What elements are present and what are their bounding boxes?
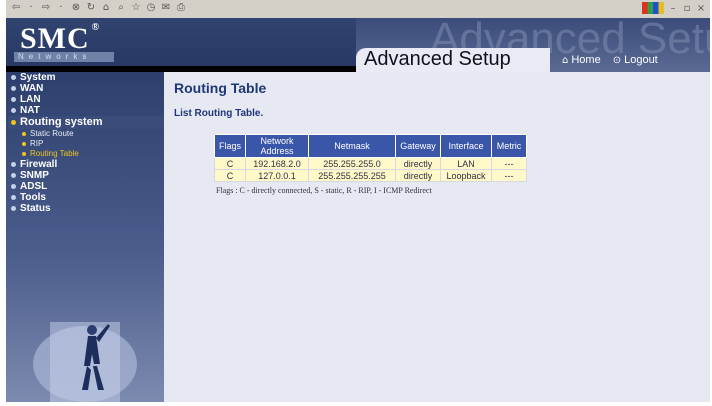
- print-icon[interactable]: ⎙: [175, 2, 187, 14]
- cell-flags: C: [214, 169, 246, 182]
- bullet-icon: [11, 108, 16, 113]
- bullet-icon: [11, 195, 16, 200]
- home-icon[interactable]: ⌂: [100, 2, 112, 14]
- sidebar-subitem-static-route[interactable]: Static Route: [8, 129, 164, 139]
- restore-icon[interactable]: ▫: [682, 3, 692, 14]
- sidebar-subitem-routing-table[interactable]: Routing Table: [8, 149, 164, 159]
- column-header-gateway: Gateway: [395, 134, 441, 158]
- header-nav: ⌂ Home ⊙ Logout: [562, 54, 658, 66]
- sidebar-item-wan[interactable]: WAN: [8, 83, 164, 94]
- main-content: Routing Table List Routing Table. Flags …: [164, 72, 710, 402]
- cell-network-address: 192.168.2.0: [245, 157, 309, 170]
- sidebar-item-routing-system[interactable]: Routing system: [8, 116, 164, 129]
- table-row: C 192.168.2.0 255.255.255.0 directly LAN…: [214, 157, 527, 170]
- favorites-icon[interactable]: ☆: [130, 2, 142, 14]
- history-icon[interactable]: ◷: [145, 2, 157, 14]
- header: Advanced Setup SMC® Networks Advanced Se…: [6, 18, 710, 72]
- bullet-icon: [11, 97, 16, 102]
- cell-interface: LAN: [440, 157, 492, 170]
- cell-metric: ---: [491, 169, 527, 182]
- sidebar-item-nat[interactable]: NAT: [8, 105, 164, 116]
- home-icon: ⌂: [562, 54, 569, 66]
- bullet-icon: [22, 142, 26, 146]
- cell-network-address: 127.0.0.1: [245, 169, 309, 182]
- brand-logo: SMC ®: [20, 22, 101, 55]
- bullet-icon: [22, 132, 26, 136]
- cell-gateway: directly: [395, 157, 441, 170]
- logout-icon: ⊙: [612, 54, 622, 66]
- browser-toolbar: ⇦ · ⇨ · ⊗ ↻ ⌂ ⌕ ☆ ◷ ✉ ⎙ – ▫ ×: [6, 0, 710, 19]
- cell-netmask: 255.255.255.255: [308, 169, 396, 182]
- forward-icon[interactable]: ⇨: [40, 2, 52, 14]
- column-header-netmask: Netmask: [308, 134, 396, 158]
- logout-link[interactable]: ⊙ Logout: [613, 54, 658, 66]
- mail-icon[interactable]: ✉: [160, 2, 172, 14]
- person-illustration: [33, 322, 137, 402]
- brand-tagline: Networks: [14, 52, 114, 62]
- sidebar-item-tools[interactable]: Tools: [8, 192, 164, 203]
- column-header-network-address: Network Address: [245, 134, 309, 158]
- back-icon[interactable]: ⇦: [10, 2, 22, 14]
- table-row: C 127.0.0.1 255.255.255.255 directly Loo…: [214, 169, 527, 182]
- bullet-icon: [11, 120, 16, 125]
- cell-flags: C: [214, 157, 246, 170]
- dropdown-icon[interactable]: ·: [55, 2, 67, 14]
- sidebar-item-snmp[interactable]: SNMP: [8, 170, 164, 181]
- dropdown-icon[interactable]: ·: [25, 2, 37, 14]
- column-header-flags: Flags: [214, 134, 246, 158]
- column-header-interface: Interface: [440, 134, 492, 158]
- sidebar-item-system[interactable]: System: [8, 72, 164, 83]
- window-controls: – ▫ ×: [642, 2, 706, 14]
- bullet-icon: [11, 206, 16, 211]
- cell-metric: ---: [491, 157, 527, 170]
- bullet-icon: [22, 152, 26, 156]
- sidebar-item-lan[interactable]: LAN: [8, 94, 164, 105]
- routing-table: Flags Network Address Netmask Gateway In…: [214, 134, 527, 182]
- column-header-metric: Metric: [491, 134, 527, 158]
- search-icon[interactable]: ⌕: [115, 2, 127, 14]
- table-header-row: Flags Network Address Netmask Gateway In…: [214, 134, 527, 158]
- sidebar: System WAN LAN NAT Routing system Static…: [6, 72, 164, 402]
- home-link[interactable]: ⌂ Home: [562, 54, 601, 66]
- page-title: Routing Table: [174, 80, 267, 96]
- bullet-icon: [11, 184, 16, 189]
- bullet-icon: [11, 173, 16, 178]
- refresh-icon[interactable]: ↻: [85, 2, 97, 14]
- cell-gateway: directly: [395, 169, 441, 182]
- browser-window: ⇦ · ⇨ · ⊗ ↻ ⌂ ⌕ ☆ ◷ ✉ ⎙ – ▫ × Advanced S…: [6, 0, 710, 402]
- minimize-icon[interactable]: –: [668, 3, 678, 14]
- bullet-icon: [11, 162, 16, 167]
- page-subtitle: List Routing Table.: [174, 108, 264, 119]
- cell-interface: Loopback: [440, 169, 492, 182]
- close-icon[interactable]: ×: [696, 3, 706, 14]
- sidebar-item-firewall[interactable]: Firewall: [8, 159, 164, 170]
- sidebar-menu: System WAN LAN NAT Routing system Static…: [8, 72, 164, 214]
- stop-icon[interactable]: ⊗: [70, 2, 82, 14]
- cell-netmask: 255.255.255.0: [308, 157, 396, 170]
- page-heading: Advanced Setup: [364, 48, 511, 70]
- toolbar-icons: ⇦ · ⇨ · ⊗ ↻ ⌂ ⌕ ☆ ◷ ✉ ⎙: [10, 2, 187, 14]
- flags-legend: Flags : C - directly connected, S - stat…: [216, 186, 432, 195]
- sidebar-item-adsl[interactable]: ADSL: [8, 181, 164, 192]
- bullet-icon: [11, 75, 16, 80]
- windows-logo-icon: [642, 2, 664, 14]
- bullet-icon: [11, 86, 16, 91]
- sidebar-item-status[interactable]: Status: [8, 203, 164, 214]
- sidebar-subitem-rip[interactable]: RIP: [8, 139, 164, 149]
